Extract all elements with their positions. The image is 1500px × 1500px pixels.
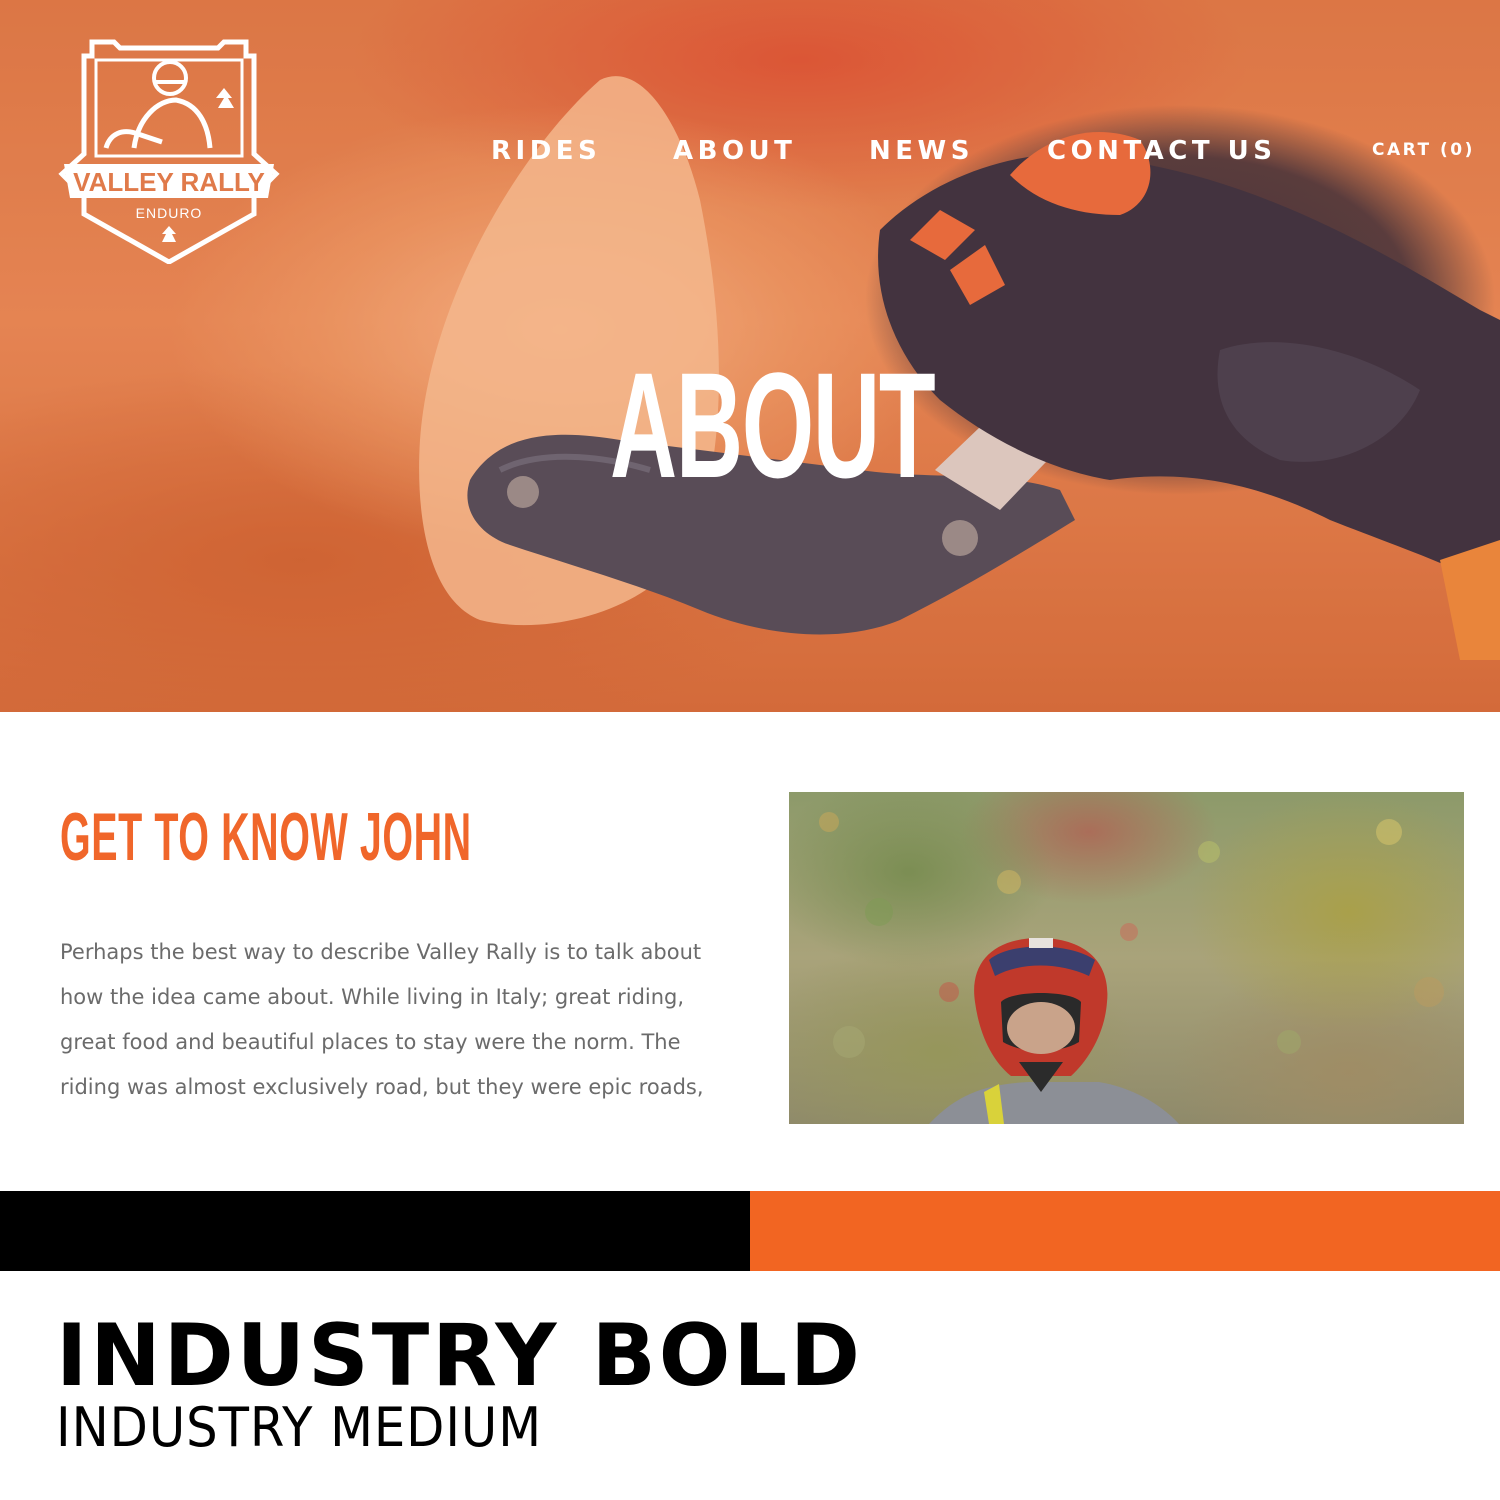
nav-item-about[interactable]: ABOUT <box>673 134 796 168</box>
hero-banner: VALLEY RALLY ENDURO RIDES ABOUT NEWS CON… <box>0 0 1500 712</box>
logo-sub-text: ENDURO <box>136 205 203 221</box>
nav-item-rides[interactable]: RIDES <box>491 134 601 168</box>
main-nav: RIDES ABOUT NEWS CONTACT US <box>0 134 1500 168</box>
typeface-bold-sample: INDUSTRY BOLD <box>56 1306 863 1406</box>
rider-photo <box>789 792 1464 1124</box>
hero-title: ABOUT <box>610 341 936 509</box>
nav-item-news[interactable]: NEWS <box>869 134 974 168</box>
about-body-text: Perhaps the best way to describe Valley … <box>60 940 704 1099</box>
section-heading: GET TO KNOW JOHN <box>60 799 472 875</box>
rider-helmet-image <box>819 812 1444 1124</box>
color-swatch-orange <box>750 1191 1500 1271</box>
cart-link[interactable]: CART (0) <box>1372 138 1475 162</box>
typeface-medium-sample: INDUSTRY MEDIUM <box>56 1396 542 1459</box>
logo-brand-text: VALLEY RALLY <box>73 167 265 197</box>
nav-item-contact-us[interactable]: CONTACT US <box>1047 134 1277 168</box>
color-swatch-black <box>0 1191 750 1271</box>
